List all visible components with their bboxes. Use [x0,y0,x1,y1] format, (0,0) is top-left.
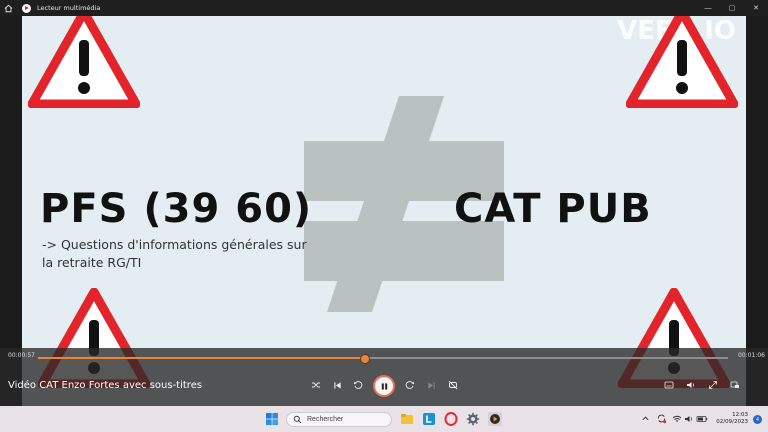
subtitles-icon[interactable] [662,378,676,392]
battery-icon[interactable] [696,414,708,424]
clock-date: 02/09/2023 [716,419,748,425]
taskbar: Rechercher 12:03 02/09/2023 4 [0,406,768,432]
speaker-icon[interactable] [684,414,694,424]
seek-bar-progress [38,357,365,359]
more-options-icon[interactable] [728,378,742,392]
media-title: Vidéo CAT Enzo Fortes avec sous-titres [8,380,203,391]
right-heading: CAT PUB [454,186,652,232]
subtitle-line-2: la retraite RG/TI [42,255,142,270]
settings-icon[interactable] [466,412,480,426]
pause-icon [381,382,387,390]
home-icon[interactable] [0,0,16,16]
fullscreen-icon[interactable] [706,378,720,392]
left-heading: PFS (39 60) [40,186,313,232]
total-time: 00:01:06 [738,352,765,359]
search-placeholder: Rechercher [307,416,344,423]
media-player-app-icon [22,3,31,13]
close-button[interactable]: ✕ [744,0,768,16]
current-time: 00:00:57 [8,352,35,359]
player-controls: 00:00:57 00:01:06 Vidéo CAT Enzo Fortes … [0,348,768,406]
repeat-off-icon[interactable] [446,378,460,392]
learning-app-icon[interactable] [422,412,436,426]
taskbar-search[interactable]: Rechercher [286,412,392,427]
title-bar: Lecteur multimédia — ▢ ✕ [0,0,768,16]
previous-icon[interactable] [330,378,344,392]
media-player-taskbar-icon[interactable] [488,412,502,426]
next-icon[interactable] [424,378,438,392]
start-menu-icon[interactable] [265,412,279,426]
file-explorer-icon[interactable] [400,412,414,426]
wifi-icon[interactable] [672,414,682,424]
clock-time: 12:03 [732,412,748,418]
show-hidden-icons-icon[interactable] [641,414,651,424]
subtitle-text: -> Questions d'informations générales su… [42,236,382,272]
shuffle-icon[interactable] [309,378,323,392]
taskbar-clock[interactable]: 12:03 02/09/2023 [716,412,748,426]
window-title: Lecteur multimédia [37,4,101,12]
subtitle-line-1: -> Questions d'informations générales su… [42,237,307,252]
seek-bar-thumb[interactable] [360,354,371,364]
opera-browser-icon[interactable] [444,412,458,426]
volume-icon[interactable] [684,378,698,392]
forward-30-icon[interactable] [403,378,417,392]
sync-icon[interactable] [656,413,668,425]
warning-sign-top-right-icon [626,16,738,108]
rewind-10-icon[interactable] [351,378,365,392]
maximize-button[interactable]: ▢ [720,0,744,16]
notification-badge[interactable]: 4 [753,415,762,424]
pause-button[interactable] [373,375,395,397]
search-icon [293,415,302,424]
seek-bar[interactable] [38,354,728,364]
minimize-button[interactable]: — [696,0,720,16]
warning-sign-top-left-icon [28,16,140,108]
